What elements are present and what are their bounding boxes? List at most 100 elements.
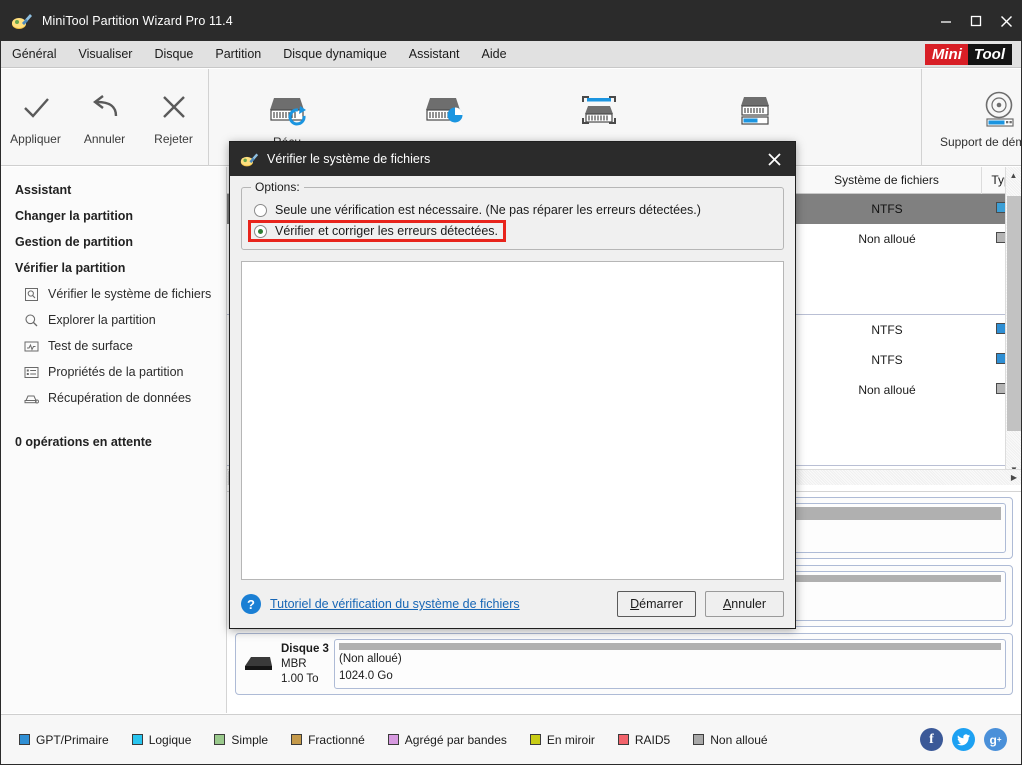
dialog-title: Vérifier le système de fichiers	[267, 152, 431, 166]
maximize-icon[interactable]	[961, 1, 991, 41]
disk-info: Disque 3 MBR 1.00 To	[242, 639, 334, 689]
scroll-right-arrow[interactable]: ▶	[1011, 473, 1017, 482]
sidebar-heading-assistant[interactable]: Assistant	[1, 177, 226, 203]
disk-bar-icon	[732, 87, 778, 133]
legend-item-simple: Simple	[214, 733, 268, 747]
bootable-media-button[interactable]: Support de démarrage	[922, 69, 1021, 166]
disk-icon	[242, 652, 274, 676]
option-check-and-fix-row[interactable]: Vérifier et corriger les erreurs détecté…	[247, 220, 507, 242]
legend-swatch	[529, 734, 541, 745]
undo-label: Annuler	[83, 132, 126, 146]
legend-item-raid5: RAID5	[617, 732, 671, 747]
properties-list-icon	[23, 364, 39, 380]
menu-general[interactable]: Général	[1, 41, 67, 68]
close-icon[interactable]	[991, 1, 1021, 41]
facebook-icon[interactable]: f	[920, 728, 943, 751]
cancel-button[interactable]: Annuler	[705, 591, 784, 617]
legend-bar: GPT/Primaire Logique Simple Fractionné A…	[1, 714, 1021, 764]
sidebar-item-check-filesystem[interactable]: Vérifier le système de fichiers	[1, 281, 226, 307]
magnifier-icon	[23, 312, 39, 328]
row-filesystem: NTFS	[871, 202, 903, 216]
row-filesystem: NTFS	[871, 323, 903, 337]
sidebar-item-label: Récupération de données	[48, 391, 192, 405]
bootable-media-icon	[977, 87, 1021, 133]
close-icon[interactable]	[761, 146, 787, 172]
sidebar-item-explore-partition[interactable]: Explorer la partition	[1, 307, 226, 333]
partition-usage-bar	[339, 643, 1001, 650]
toolbar-action-group: Appliquer Annuler Rejeter	[1, 69, 208, 166]
options-fieldset: Options: Seule une vérification est néce…	[241, 180, 784, 250]
partition-size: 1024.0 Go	[339, 670, 393, 682]
disk-size: 1.00 To	[281, 672, 319, 685]
menu-partition[interactable]: Partition	[204, 41, 272, 68]
dialog-title-bar: Vérifier le système de fichiers	[230, 142, 795, 176]
logo-mini: Mini	[924, 43, 968, 65]
menu-aide[interactable]: Aide	[471, 41, 518, 68]
legend-item-agrege-par-bandes: Agrégé par bandes	[387, 732, 507, 747]
legend-item-gpt-primaire: GPT/Primaire	[19, 733, 109, 747]
sidebar-item-surface-test[interactable]: Test de surface	[1, 333, 226, 359]
surface-test-icon	[23, 338, 39, 354]
radio-check-only[interactable]	[254, 203, 267, 217]
legend-swatch	[291, 734, 303, 745]
menu-assistant[interactable]: Assistant	[398, 41, 471, 68]
disk-type: MBR	[281, 657, 307, 670]
apply-label: Appliquer	[10, 132, 61, 146]
options-legend-label: Options:	[251, 180, 304, 194]
disk-entry[interactable]: Disque 3 MBR 1.00 To (Non alloué) 1024.0…	[235, 633, 1013, 695]
sidebar-item-partition-properties[interactable]: Propriétés de la partition	[1, 359, 226, 385]
row-filesystem: Non alloué	[858, 383, 916, 397]
discard-button[interactable]: Rejeter	[139, 69, 208, 166]
app-wizard-icon	[240, 150, 259, 169]
legend-swatch	[387, 734, 399, 745]
bootable-media-label: Support de démarrage	[939, 135, 1021, 149]
disk-name: Disque 3	[281, 642, 329, 655]
legend-label: Agrégé par bandes	[404, 732, 507, 747]
scroll-up-arrow[interactable]: ▲	[1006, 167, 1021, 183]
sidebar-item-label: Propriétés de la partition	[48, 365, 184, 379]
menu-bar: Général Visualiser Disque Partition Disq…	[1, 41, 1021, 68]
menu-disque[interactable]: Disque	[143, 41, 204, 68]
logo-tool: Tool	[967, 43, 1012, 65]
data-recovery-icon	[23, 390, 39, 406]
legend-item-en-miroir: En miroir	[529, 733, 595, 747]
apply-button[interactable]: Appliquer	[1, 69, 70, 166]
legend-item-fractionne: Fractionné	[291, 733, 365, 747]
start-button[interactable]: Démarrer	[617, 591, 696, 617]
sidebar-item-data-recovery[interactable]: Récupération de données	[1, 385, 226, 411]
question-mark-icon[interactable]: ?	[241, 594, 261, 614]
social-links: f g +	[920, 728, 1007, 751]
menu-disque-dynamique[interactable]: Disque dynamique	[272, 41, 398, 68]
menu-visualiser[interactable]: Visualiser	[67, 41, 143, 68]
dialog-footer: ? Tutoriel de vérification du système de…	[230, 580, 795, 628]
sidebar-item-label: Explorer la partition	[48, 313, 156, 327]
partition-block[interactable]: (Non alloué) 1024.0 Go	[334, 639, 1006, 689]
dialog-body: Options: Seule une vérification est néce…	[230, 176, 795, 580]
sidebar-item-label: Vérifier le système de fichiers	[48, 287, 212, 301]
sidebar-item-label: Test de surface	[48, 339, 133, 353]
disk-recover-icon	[264, 87, 310, 133]
legend-label: Non alloué	[710, 732, 768, 747]
legend-swatch	[693, 734, 705, 745]
radio-check-and-fix[interactable]	[254, 224, 267, 238]
twitter-icon[interactable]	[952, 728, 975, 751]
tutorial-link[interactable]: Tutoriel de vérification du système de f…	[270, 597, 520, 611]
window-controls	[931, 1, 1021, 41]
undo-button[interactable]: Annuler	[70, 69, 139, 166]
legend-item-non-alloue: Non alloué	[693, 732, 768, 747]
legend-swatch	[617, 734, 629, 745]
app-wizard-icon	[11, 10, 33, 32]
googleplus-icon[interactable]: g +	[984, 728, 1007, 751]
sidebar-heading-gestion-partition[interactable]: Gestion de partition	[1, 229, 226, 255]
sidebar-heading-verifier-partition[interactable]: Vérifier la partition	[1, 255, 226, 281]
legend-label: RAID5	[634, 732, 671, 747]
table-vertical-scrollbar[interactable]: ▲ ▼	[1005, 167, 1021, 477]
minimize-icon[interactable]	[931, 1, 961, 41]
sidebar: Assistant Changer la partition Gestion d…	[1, 167, 227, 713]
pending-operations-status: 0 opérations en attente	[15, 435, 152, 449]
legend-label: Fractionné	[308, 732, 365, 747]
column-header-filesystem[interactable]: Système de fichiers	[792, 166, 982, 194]
option-check-only-row[interactable]: Seule une vérification est nécessaire. (…	[250, 201, 775, 219]
sidebar-heading-changer-partition[interactable]: Changer la partition	[1, 203, 226, 229]
scrollbar-thumb[interactable]	[1007, 196, 1021, 431]
